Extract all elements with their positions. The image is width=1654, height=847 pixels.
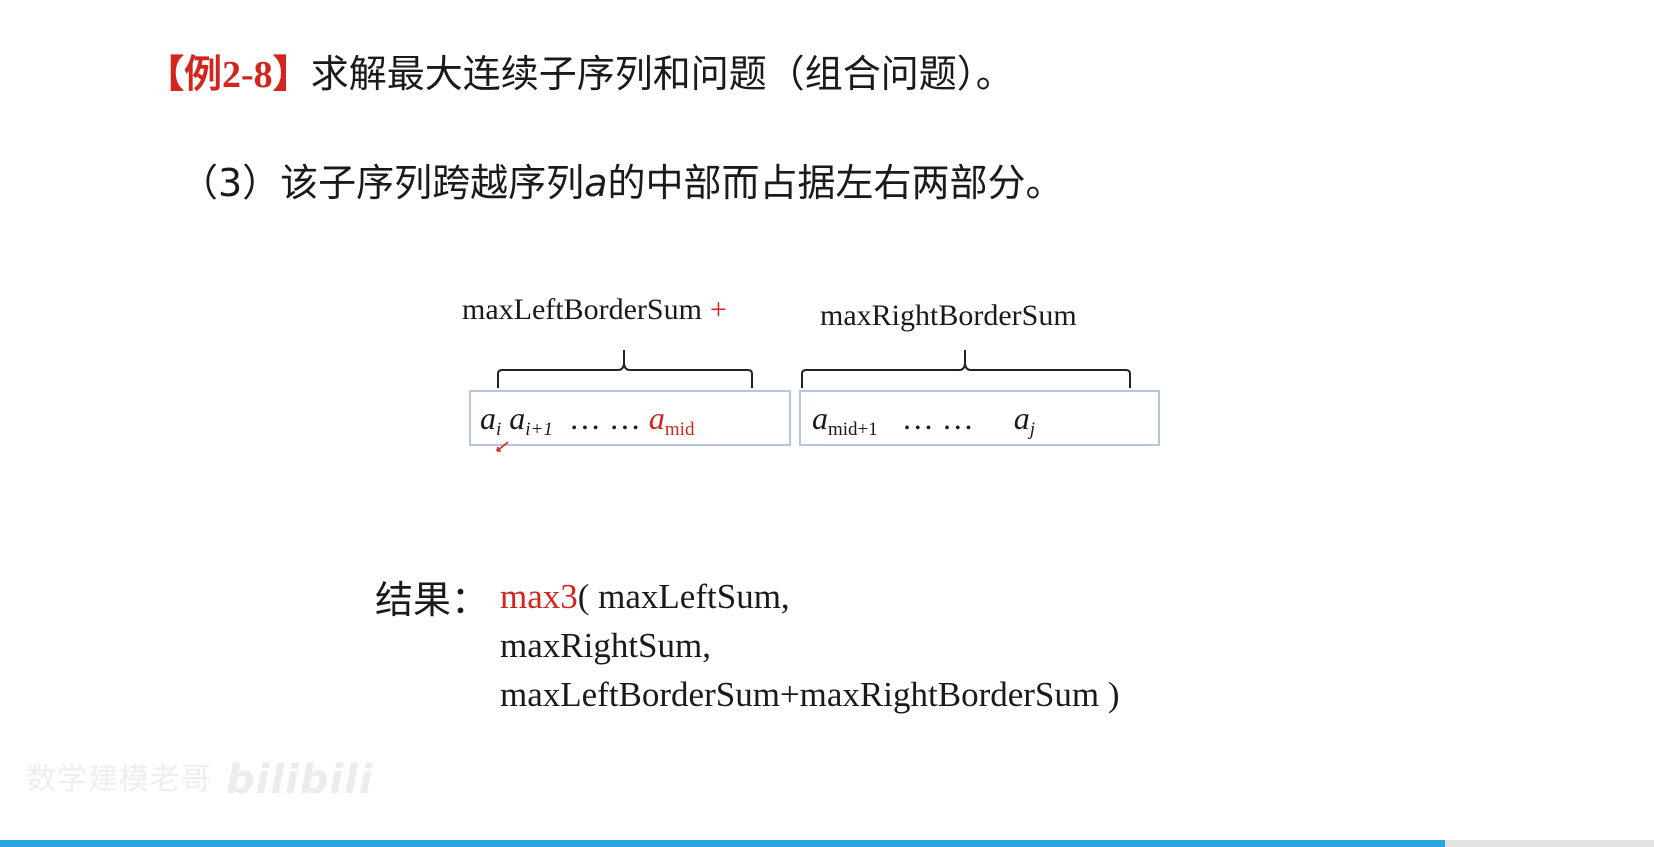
border-sum-arg: maxLeftBorderSum+maxRightBorderSum ): [500, 675, 1120, 714]
right-ellipsis: … …: [901, 400, 974, 436]
case-description: （3）该子序列跨越序列a的中部而占据左右两部分。: [180, 155, 1064, 211]
max-right-sum-arg: maxRightSum,: [500, 626, 711, 665]
subscript-i: i: [496, 419, 502, 440]
subscript-j: j: [1029, 419, 1036, 440]
plus-sign: +: [709, 293, 727, 326]
watermark: 数学建模老哥 bilibili: [26, 760, 374, 800]
watermark-text: 数学建模老哥: [26, 762, 212, 797]
example-tag: 【例2-8】: [146, 52, 311, 96]
element-a-i-plus-1: a: [509, 400, 526, 436]
example-word: 例: [184, 52, 223, 96]
sequence-variable: a: [584, 161, 608, 205]
subscript-mid-plus-1: mid+1: [828, 419, 878, 440]
slide: 【例2-8】求解最大连续子序列和问题（组合问题）。 （3）该子序列跨越序列a的中…: [0, 0, 1654, 847]
result-line-1: max3( maxLeftSum,: [500, 572, 1120, 621]
subscript-i-plus-1: i+1: [525, 419, 553, 440]
left-ellipsis: … …: [568, 400, 641, 436]
slide-title: 【例2-8】求解最大连续子序列和问题（组合问题）。: [146, 44, 1014, 105]
right-border-label: maxRightBorderSum: [820, 298, 1077, 334]
max-left-sum-arg: ( maxLeftSum,: [577, 577, 790, 616]
bracket-open: 【: [146, 52, 185, 96]
case-prefix: （3）该子序列跨越序列: [180, 161, 585, 205]
left-border-sum-text: maxLeftBorderSum: [462, 293, 702, 326]
element-a-i: a: [480, 400, 496, 436]
left-border-label: maxLeftBorderSum +: [462, 292, 727, 328]
right-brace: [801, 350, 1131, 388]
result-label: 结果：: [375, 578, 490, 622]
result-formula: max3( maxLeftSum, maxRightSum, maxLeftBo…: [500, 572, 1120, 719]
left-subsequence-elements: ai ai+1 … … amid: [480, 398, 695, 440]
bracket-close: 】: [272, 52, 311, 96]
element-a-mid-plus-1: a: [812, 400, 828, 436]
right-subsequence-elements: amid+1 … … aj: [812, 398, 1036, 440]
max3-function: max3: [500, 577, 578, 616]
left-brace: [497, 350, 753, 388]
right-border-sum-text: maxRightBorderSum: [820, 299, 1077, 332]
video-progress-remaining[interactable]: [1445, 840, 1654, 847]
bilibili-logo: bilibili: [226, 757, 374, 803]
video-progress-bar[interactable]: [0, 840, 1445, 847]
element-a-mid: a: [648, 400, 665, 436]
example-number: 2-8: [222, 54, 273, 96]
pointer-mark: [496, 441, 509, 452]
title-text: 求解最大连续子序列和问题（组合问题）。: [310, 52, 1014, 96]
element-a-j: a: [1013, 400, 1030, 436]
subscript-mid: mid: [664, 419, 695, 440]
case-suffix: 的中部而占据左右两部分。: [607, 161, 1064, 205]
